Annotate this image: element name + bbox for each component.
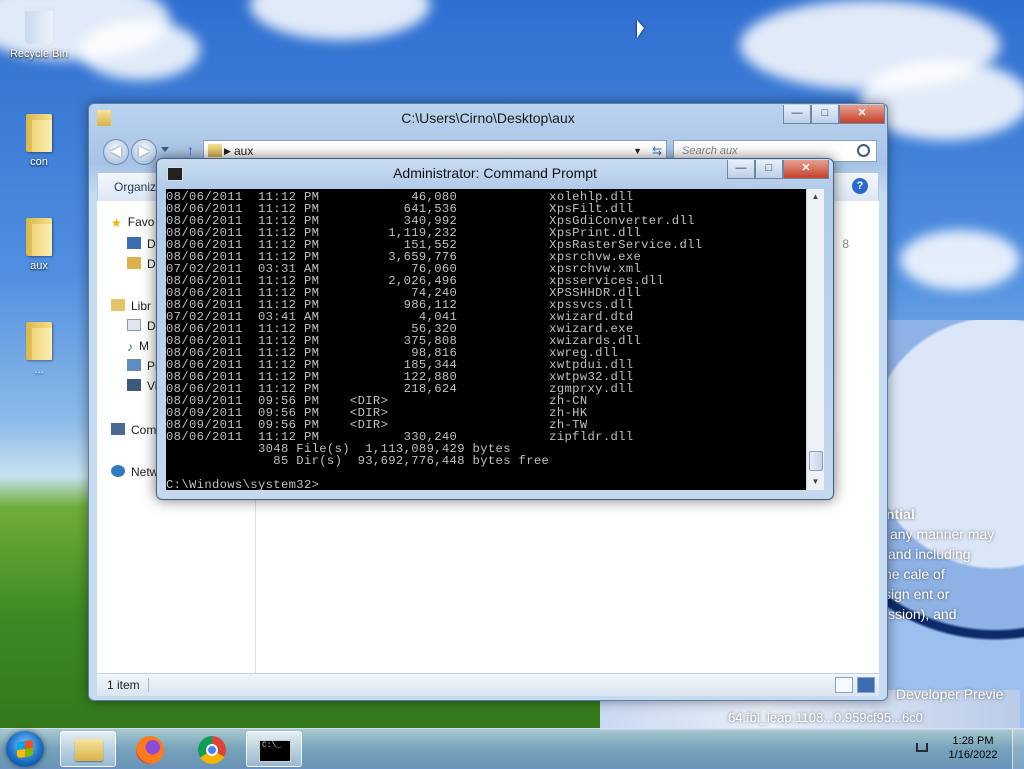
system-clock[interactable]: 1:28 PM 1/16/2022: [940, 734, 1006, 762]
desktop-icon-dots[interactable]: ...: [4, 318, 74, 376]
nav-label: Com: [131, 423, 157, 437]
nav-label: Libr: [131, 299, 152, 313]
star-icon: ★: [111, 216, 122, 230]
nav-network[interactable]: Netw: [111, 463, 158, 481]
desktop-icon-recycle-bin[interactable]: Recycle Bin: [4, 6, 74, 60]
item-count: 1 item: [107, 678, 149, 692]
start-button[interactable]: [6, 731, 44, 767]
window-title: C:\Users\Cirno\Desktop\aux: [401, 110, 575, 126]
folder-icon: [24, 110, 54, 154]
close-button[interactable]: ✕: [783, 160, 829, 179]
command-prompt-window[interactable]: Administrator: Command Prompt — □ ✕ 08/0…: [156, 158, 834, 500]
windows-logo-icon: [17, 739, 33, 759]
folder-icon: [24, 318, 54, 362]
desktop-icon-label: aux: [30, 260, 48, 272]
file-explorer-icon: [75, 739, 103, 761]
nav-pictures[interactable]: Pi: [127, 357, 158, 375]
wallpaper-text: Developer Previe: [896, 686, 1004, 702]
address-text: aux: [234, 144, 254, 158]
command-prompt-icon: C:\_: [259, 740, 291, 762]
folder-icon: [208, 144, 222, 157]
videos-icon: [127, 379, 141, 391]
chrome-icon: [198, 736, 226, 764]
desktop-icon-label: con: [30, 156, 48, 168]
network-tray-icon[interactable]: [914, 741, 932, 755]
nav-label: M: [139, 339, 149, 353]
nav-music[interactable]: ♪ M: [127, 337, 149, 355]
large-icons-view-icon[interactable]: [857, 677, 875, 693]
forward-button[interactable]: ▶: [131, 139, 157, 165]
desktop-icon-label: Recycle Bin: [9, 48, 69, 60]
minimize-button[interactable]: —: [727, 160, 755, 179]
status-bar: 1 item: [97, 673, 879, 696]
scroll-down-button[interactable]: ▼: [807, 474, 824, 490]
nav-label: Favo: [127, 215, 155, 229]
show-desktop-button[interactable]: [1012, 729, 1024, 769]
clock-time: 1:28 PM: [952, 735, 994, 747]
vertical-scrollbar[interactable]: ▲ ▼: [806, 189, 824, 490]
cloud-shape: [250, 0, 430, 40]
up-arrow-icon[interactable]: ↑: [187, 142, 194, 158]
close-button[interactable]: ✕: [839, 105, 885, 124]
cloud-shape: [80, 20, 200, 80]
maximize-button[interactable]: □: [755, 160, 783, 179]
explorer-titlebar[interactable]: C:\Users\Cirno\Desktop\aux — □ ✕: [89, 104, 887, 134]
tray-glyph: [916, 743, 928, 752]
taskbar-command-prompt[interactable]: C:\_: [246, 731, 302, 767]
libraries-icon: [111, 299, 125, 311]
documents-icon: [127, 319, 141, 331]
wallpaper-text: ntial: [886, 506, 915, 522]
desktop-icon-con[interactable]: con: [4, 110, 74, 168]
taskbar: C:\_ 1:28 PM 1/16/2022: [0, 728, 1024, 769]
music-icon: ♪: [127, 340, 133, 354]
wallpaper-text: and including: [888, 546, 971, 562]
taskbar-explorer[interactable]: [60, 731, 116, 767]
recent-pages-chevron-icon[interactable]: [161, 147, 169, 152]
cloud-shape: [900, 230, 1020, 290]
organize-button[interactable]: Organiz: [114, 180, 156, 194]
back-button[interactable]: ◀: [103, 139, 129, 165]
scrollbar-thumb[interactable]: [809, 451, 823, 471]
taskbar-chrome[interactable]: [184, 731, 240, 767]
caption-buttons: — □ ✕: [727, 160, 829, 179]
taskbar-firefox[interactable]: [122, 731, 178, 767]
console-output[interactable]: 08/06/2011 11:12 PM 46,080 xolehlp.dll 0…: [166, 189, 806, 490]
details-view-icon[interactable]: [835, 677, 853, 693]
wallpaper-text: any manner may: [890, 526, 995, 542]
caption-buttons: — □ ✕: [783, 105, 885, 124]
desktop-icon-label: ...: [34, 364, 44, 376]
folder-icon: [24, 214, 54, 258]
console-text: 08/06/2011 11:12 PM 46,080 xolehlp.dll 0…: [166, 190, 703, 490]
nav-libraries[interactable]: Libr: [111, 297, 151, 315]
nav-videos[interactable]: Vi: [127, 377, 157, 395]
wallpaper-character-art: [880, 320, 1024, 730]
minimize-button[interactable]: —: [783, 105, 811, 124]
search-icon[interactable]: [857, 144, 870, 157]
downloads-icon: [127, 257, 141, 269]
network-icon: [111, 465, 125, 477]
firefox-icon: [136, 736, 164, 764]
clock-date: 1/16/2022: [948, 749, 998, 761]
desktop-icon: [127, 237, 141, 249]
help-icon[interactable]: ?: [852, 178, 868, 194]
wallpaper-text: 64.fbl_leap.1108...0.959cf95...6c0: [728, 710, 923, 725]
wallpaper-text: ssion), and: [888, 606, 957, 622]
column-peek-text: 8: [842, 237, 849, 251]
maximize-button[interactable]: □: [811, 105, 839, 124]
scroll-up-button[interactable]: ▲: [807, 189, 824, 205]
computer-icon: [111, 423, 125, 435]
nav-computer[interactable]: Com: [111, 421, 156, 439]
wallpaper-text: he cale of: [884, 566, 945, 582]
desktop-icon-aux[interactable]: aux: [4, 214, 74, 272]
mouse-pointer-icon: [637, 20, 644, 38]
wallpaper-text: sign ent or: [884, 586, 950, 602]
nav-label: Netw: [131, 465, 159, 479]
nav-favorites[interactable]: ★ Favo: [111, 213, 154, 231]
recycle-bin-icon: [23, 6, 55, 46]
pictures-icon: [127, 359, 141, 371]
